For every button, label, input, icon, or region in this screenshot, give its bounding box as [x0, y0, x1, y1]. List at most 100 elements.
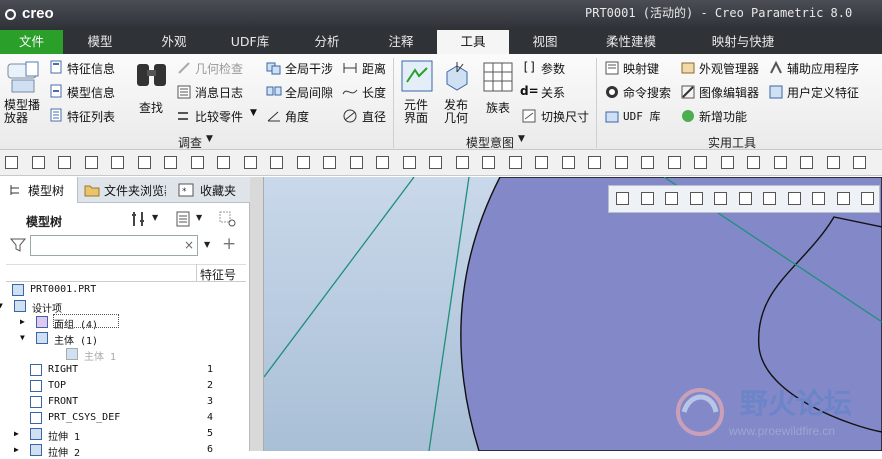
mapkeys-button[interactable]: 映射键: [623, 60, 659, 77]
feature-info-button[interactable]: 特征信息: [67, 60, 115, 77]
distance-button[interactable]: 距离: [362, 60, 386, 77]
visibility-icon[interactable]: [694, 156, 707, 169]
family-table-button[interactable]: 族表: [486, 99, 510, 116]
aux-apps-button[interactable]: 辅助应用程序: [787, 60, 859, 77]
expand-toggle-icon[interactable]: ▼: [20, 333, 25, 342]
switch-dims-button[interactable]: 切换尺寸: [541, 108, 589, 125]
tree-settings-icon[interactable]: [130, 210, 148, 228]
expand-toggle-icon[interactable]: ▶: [20, 317, 25, 326]
model-player-button[interactable]: 模型播放器: [4, 99, 44, 125]
tab-analysis[interactable]: 分析: [289, 30, 365, 54]
display-style-icon[interactable]: [561, 156, 575, 169]
tree-search-input[interactable]: [30, 235, 198, 256]
tab-flexible-modeling[interactable]: 柔性建模: [581, 30, 681, 54]
expand-toggle-icon[interactable]: ▶: [14, 429, 19, 438]
filter-icon[interactable]: [747, 156, 760, 169]
curve-icon[interactable]: [296, 156, 310, 169]
tree-filter-view-icon[interactable]: [218, 210, 238, 228]
tree-item-label[interactable]: PRT0001.PRT: [30, 284, 96, 295]
length-button[interactable]: 长度: [362, 84, 386, 101]
global-interference-button[interactable]: 全局干涉: [285, 60, 333, 77]
zoom-in-icon[interactable]: [640, 192, 654, 205]
compare-dropdown-icon[interactable]: ▼: [250, 108, 257, 118]
model-player-icon[interactable]: [6, 60, 40, 98]
binoculars-icon[interactable]: [134, 60, 170, 90]
open-icon[interactable]: [31, 156, 45, 169]
add-icon[interactable]: +: [222, 234, 236, 254]
axis-icon[interactable]: [270, 156, 283, 169]
tree-item-label[interactable]: RIGHT: [48, 364, 78, 375]
tab-appearance[interactable]: 外观: [137, 30, 211, 54]
annotation-icon[interactable]: [836, 192, 850, 205]
component-interface-icon[interactable]: [401, 60, 433, 92]
tree-item-label[interactable]: 拉伸 1: [48, 428, 80, 443]
column-feature-no[interactable]: 特征号: [200, 266, 236, 283]
tree-item-label[interactable]: 主体 (1): [54, 332, 98, 347]
tab-file[interactable]: 文件: [0, 30, 63, 54]
new-icon[interactable]: [5, 156, 18, 169]
extra-icon[interactable]: [853, 156, 866, 169]
undo-icon[interactable]: [588, 156, 601, 169]
tab-model[interactable]: 模型: [63, 30, 137, 54]
tab-annotate[interactable]: 注释: [365, 30, 437, 54]
spin-icon[interactable]: [482, 156, 495, 169]
saved-views-icon[interactable]: [738, 192, 752, 205]
search-dropdown-icon[interactable]: ▼: [204, 240, 210, 249]
corner-icon[interactable]: [800, 156, 813, 169]
image-editor-button[interactable]: 图像编辑器: [699, 84, 759, 101]
publish-geometry-icon[interactable]: [441, 60, 473, 92]
tree-settings-dropdown-icon[interactable]: ▼: [152, 213, 158, 222]
publish-geometry-button[interactable]: 发布几何: [444, 99, 472, 125]
scale-icon[interactable]: [217, 156, 230, 169]
clear-search-icon[interactable]: ×: [184, 238, 194, 252]
model-info-button[interactable]: 模型信息: [67, 84, 115, 101]
screenshot-icon[interactable]: [787, 192, 801, 205]
appearance-manager-button[interactable]: 外观管理器: [699, 60, 759, 77]
tab-udf-lib[interactable]: UDF库: [211, 30, 289, 54]
investigate-dropdown-icon[interactable]: ▼: [206, 134, 213, 144]
new-features-button[interactable]: 新增功能: [699, 108, 747, 125]
compare-parts-button[interactable]: 比较零件: [195, 108, 243, 125]
datum-plane-edge[interactable]: [264, 177, 415, 378]
style-icon[interactable]: [84, 156, 98, 169]
plane-icon[interactable]: [243, 156, 257, 169]
diameter-button[interactable]: 直径: [362, 108, 386, 125]
spin-center-icon[interactable]: [812, 192, 825, 205]
shading-icon[interactable]: [714, 192, 727, 205]
find-button[interactable]: 查找: [139, 99, 163, 116]
panel-splitter[interactable]: [250, 177, 264, 451]
select-icon[interactable]: [429, 156, 442, 169]
tab-tools[interactable]: 工具: [437, 30, 509, 54]
tree-item-label[interactable]: TOP: [48, 380, 66, 391]
tree-item-label[interactable]: 主体 1: [84, 348, 116, 363]
model-intent-dropdown-icon[interactable]: ▼: [518, 134, 525, 144]
display-icon[interactable]: [111, 156, 124, 169]
relations-button[interactable]: 关系: [541, 84, 565, 101]
tab-favorites[interactable]: 收藏夹: [200, 182, 236, 199]
tree-item-label[interactable]: 设计项: [32, 300, 62, 315]
cube-icon[interactable]: [455, 156, 469, 169]
view-manager-icon[interactable]: [763, 192, 776, 205]
redo-dd-icon[interactable]: [667, 156, 681, 169]
parameters-button[interactable]: 参数: [541, 60, 565, 77]
group-model-intent-label[interactable]: 模型意图: [466, 134, 514, 151]
expand-toggle-icon[interactable]: ▶: [14, 445, 19, 454]
tree-item-label[interactable]: FRONT: [48, 396, 78, 407]
save-icon[interactable]: [164, 156, 177, 169]
feature-list-button[interactable]: 特征列表: [67, 108, 115, 125]
angle-button[interactable]: 角度: [285, 108, 309, 125]
tab-mapkeys-shortcuts[interactable]: 映射与快捷: [681, 30, 805, 54]
tree-item-label[interactable]: 拉伸 2: [48, 444, 80, 459]
message-log-button[interactable]: 消息日志: [195, 84, 243, 101]
geometry-check-button[interactable]: 几何检查: [195, 60, 243, 77]
component-interface-button[interactable]: 元件界面: [404, 99, 432, 125]
udf-library-button[interactable]: UDF 库: [623, 108, 661, 124]
tree-show-dropdown-icon[interactable]: ▼: [196, 213, 202, 222]
paint-icon[interactable]: [773, 156, 787, 169]
text-icon[interactable]: [137, 156, 151, 169]
undo-dd-icon[interactable]: [614, 156, 628, 169]
group-icon[interactable]: [376, 156, 389, 169]
paste-icon[interactable]: [349, 156, 363, 169]
tree-item-label[interactable]: PRT_CSYS_DEF: [48, 412, 120, 423]
shade-icon[interactable]: [535, 156, 548, 169]
